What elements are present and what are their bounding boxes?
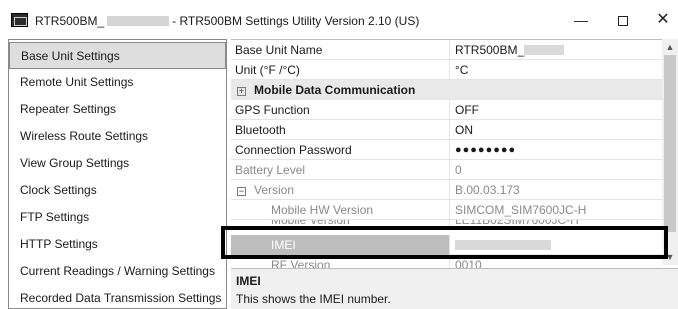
maximize-icon (618, 16, 628, 27)
menu-item-view-group-settings[interactable]: View Group Settings (9, 150, 226, 177)
app-icon (11, 13, 28, 27)
menu-item-http-settings[interactable]: HTTP Settings (9, 231, 226, 258)
menu-item-wireless-route-settings[interactable]: Wireless Route Settings (9, 123, 226, 150)
settings-menu: Base Unit Settings Remote Unit Settings … (8, 39, 227, 309)
property-row-base-unit-name[interactable]: Base Unit Name RTR500BM_ (231, 40, 662, 60)
title-prefix: RTR500BM_ (35, 14, 105, 28)
property-value[interactable]: RTR500BM_ (455, 40, 661, 60)
window-title: RTR500BM_ - RTR500BM Settings Utility Ver… (35, 14, 419, 28)
menu-item-ftp-settings[interactable]: FTP Settings (9, 204, 226, 231)
menu-item-current-readings-warning-settings[interactable]: Current Readings / Warning Settings (9, 258, 226, 285)
maximize-button[interactable] (608, 8, 638, 32)
property-row-gps-function[interactable]: GPS Function OFF (231, 100, 662, 120)
property-row-connection-password[interactable]: Connection Password ●●●●●●●● (231, 140, 662, 160)
property-row-mobile-hw-version: Mobile HW Version SIMCOM_SIM7600JC-H (231, 200, 662, 220)
description-panel: IMEI This shows the IMEI number. (231, 268, 678, 309)
property-name: Battery Level (231, 160, 450, 180)
menu-item-base-unit-settings[interactable]: Base Unit Settings (9, 42, 226, 69)
minimize-button[interactable]: — (566, 8, 596, 32)
close-button[interactable]: ✕ (648, 8, 678, 32)
property-value: 0 (455, 163, 462, 177)
title-bar: RTR500BM_ - RTR500BM Settings Utility Ver… (0, 0, 678, 38)
menu-item-repeater-settings[interactable]: Repeater Settings (9, 96, 226, 123)
property-row-battery-level: Battery Level 0 (231, 160, 662, 180)
menu-item-clock-settings[interactable]: Clock Settings (9, 177, 226, 204)
property-row-bluetooth[interactable]: Bluetooth ON (231, 120, 662, 140)
property-row-unit[interactable]: Unit (°F /°C) °C (231, 60, 662, 80)
collapse-icon[interactable]: − (237, 187, 246, 196)
property-value: B.00.03.173 (455, 183, 520, 197)
password-value[interactable]: ●●●●●●●● (455, 140, 661, 160)
property-name: Connection Password (231, 140, 450, 160)
property-value[interactable]: OFF (455, 100, 661, 120)
property-name: − Version (231, 180, 450, 200)
property-value: SIMCOM_SIM7600JC-H (455, 203, 587, 217)
scroll-thumb[interactable] (664, 55, 676, 232)
menu-item-remote-unit-settings[interactable]: Remote Unit Settings (9, 69, 226, 96)
menu-item-recorded-data-transmission-settings[interactable]: Recorded Data Transmission Settings (9, 285, 226, 309)
category-row-mobile-data-communication[interactable]: + Mobile Data Communication (231, 80, 662, 100)
property-name: GPS Function (231, 100, 450, 120)
title-suffix: - RTR500BM Settings Utility Version 2.10… (172, 14, 420, 28)
imei-highlight-box (221, 226, 668, 259)
category-name: + Mobile Data Communication (237, 83, 416, 97)
description-title: IMEI (236, 274, 261, 288)
property-row-version[interactable]: − Version B.00.03.173 (231, 180, 662, 200)
property-name: Unit (°F /°C) (231, 60, 450, 80)
redacted-serial (107, 16, 170, 26)
property-value[interactable]: ON (455, 120, 661, 140)
property-name: Bluetooth (231, 120, 450, 140)
expand-icon[interactable]: + (237, 87, 246, 96)
property-name: Base Unit Name (231, 40, 450, 60)
scroll-up-arrow-icon[interactable]: ▲ (662, 39, 678, 55)
redacted-value (524, 45, 565, 55)
property-value[interactable]: °C (455, 60, 661, 80)
property-name: Mobile HW Version (231, 200, 450, 220)
description-text: This shows the IMEI number. (236, 292, 391, 306)
